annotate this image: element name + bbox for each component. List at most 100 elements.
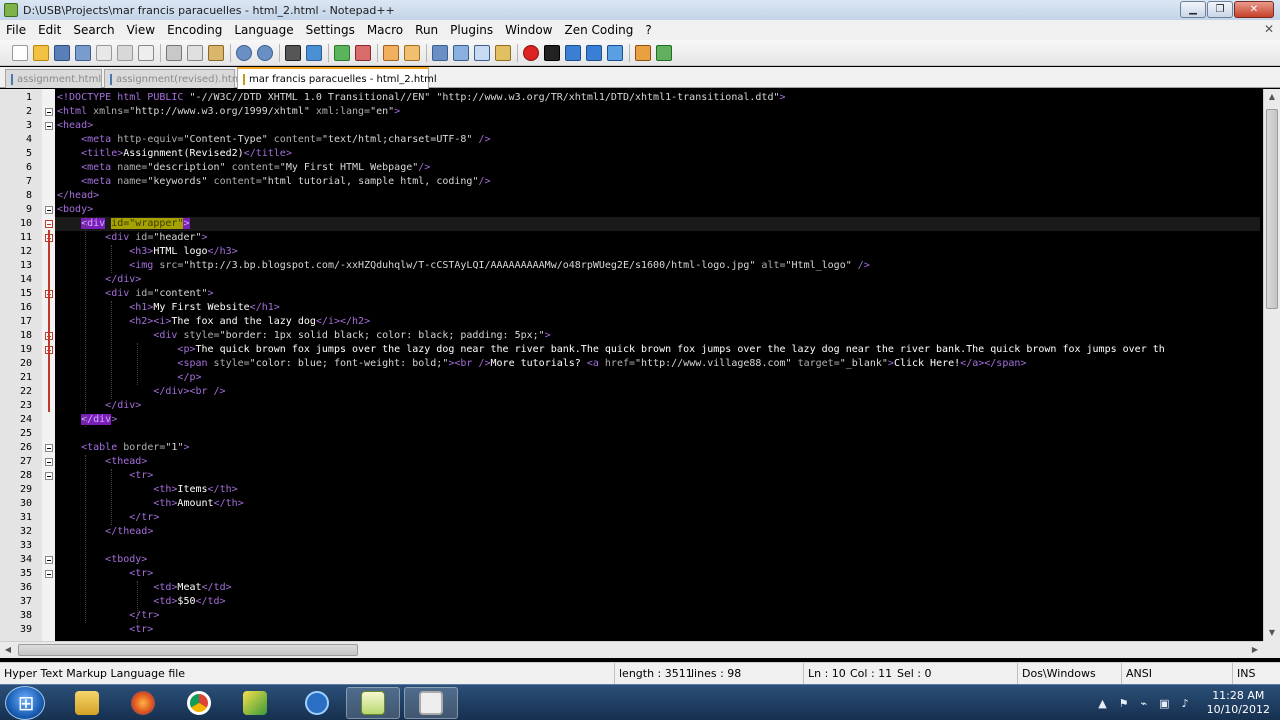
vertical-scroll-thumb[interactable] (1266, 109, 1278, 309)
user-language-icon[interactable] (495, 44, 511, 61)
fold-toggle-icon[interactable] (45, 472, 53, 480)
sync-vertical-icon[interactable] (383, 44, 399, 61)
chrome-icon (187, 691, 211, 715)
menu-search[interactable]: Search (67, 23, 120, 37)
taskbar-window[interactable] (404, 687, 458, 719)
print-icon[interactable] (138, 44, 154, 61)
code-area[interactable]: <!DOCTYPE html PUBLIC "-//W3C//DTD XHTML… (55, 89, 1260, 641)
line-number: 11 (19, 232, 32, 243)
menu-file[interactable]: File (0, 23, 32, 37)
horizontal-scroll-thumb[interactable] (18, 644, 358, 656)
tab-mar-francis-paracuelles[interactable]: mar francis paracuelles - html_2.html (237, 67, 437, 89)
start-button[interactable] (5, 686, 46, 720)
status-language: Hyper Text Markup Language file (4, 667, 186, 680)
code-line: <tr> (129, 624, 154, 635)
fold-toggle-icon[interactable] (45, 206, 53, 214)
menu-run[interactable]: Run (409, 23, 444, 37)
horizontal-scrollbar[interactable]: ◀ ▶ (0, 641, 1263, 658)
taskbar-security[interactable] (290, 687, 344, 719)
menu-language[interactable]: Language (228, 23, 299, 37)
close-document-icon[interactable]: ✕ (1264, 22, 1274, 36)
paste-icon[interactable] (208, 44, 224, 61)
replace-icon[interactable] (306, 44, 322, 61)
fold-toggle-icon[interactable] (45, 108, 53, 116)
taskbar-chrome[interactable] (172, 687, 226, 719)
network-icon[interactable]: ▣ (1159, 697, 1169, 710)
menu-macro[interactable]: Macro (361, 23, 409, 37)
stop-recording-icon[interactable] (544, 44, 560, 61)
scroll-right-icon[interactable]: ▶ (1247, 642, 1263, 658)
line-number: 10 (19, 218, 32, 229)
record-macro-icon[interactable] (523, 44, 539, 61)
tab-assignment[interactable]: assignment.html (5, 69, 102, 88)
menu-plugins[interactable]: Plugins (444, 23, 499, 37)
scroll-left-icon[interactable]: ◀ (0, 642, 16, 658)
line-number: 1 (25, 92, 32, 103)
playback-macro-icon[interactable] (565, 44, 581, 61)
fold-toggle-icon[interactable] (45, 122, 53, 130)
menu-edit[interactable]: Edit (32, 23, 67, 37)
menu-help[interactable]: ? (639, 23, 657, 37)
save-all-icon[interactable] (75, 44, 91, 61)
scroll-down-icon[interactable]: ▼ (1264, 625, 1280, 641)
taskbar-firefox[interactable] (116, 687, 170, 719)
close-button[interactable]: ✕ (1234, 1, 1274, 18)
save-icon[interactable] (54, 44, 70, 61)
indent-guide (85, 217, 86, 427)
spell-check-icon[interactable] (656, 44, 672, 61)
menu-settings[interactable]: Settings (300, 23, 361, 37)
word-wrap-icon[interactable] (432, 44, 448, 61)
code-line: <meta name="description" content="My Fir… (81, 162, 431, 173)
fold-toggle-icon[interactable] (45, 220, 53, 228)
window-controls: ▁ ❐ ✕ (1179, 1, 1274, 18)
undo-icon[interactable] (236, 44, 252, 61)
code-editor[interactable]: 1 2 3 4 5 6 7 8 9 10 11 12 13 14 15 16 17 18 19 20 21 22 23 24 2… (0, 89, 1280, 641)
status-encoding: ANSI (1121, 663, 1232, 685)
fold-toggle-icon[interactable] (45, 458, 53, 466)
volume-icon[interactable]: ♪ (1182, 697, 1189, 710)
code-line: <img src="http://3.bp.blogspot.com/-xxHZ… (129, 260, 870, 271)
taskbar-app-green[interactable] (228, 687, 282, 719)
sync-horizontal-icon[interactable] (404, 44, 420, 61)
scroll-up-icon[interactable]: ▲ (1264, 89, 1280, 105)
find-icon[interactable] (285, 44, 301, 61)
maximize-button[interactable]: ❐ (1207, 1, 1233, 18)
new-file-icon[interactable] (12, 44, 28, 61)
zoom-in-icon[interactable] (334, 44, 350, 61)
power-icon[interactable]: ⌁ (1141, 697, 1148, 710)
code-line: <title>Assignment(Revised2)</title> (81, 148, 292, 159)
fold-toggle-icon[interactable] (45, 570, 53, 578)
code-line: </thead> (105, 526, 154, 537)
run-macro-multiple-icon[interactable] (586, 44, 602, 61)
taskbar: ▲ ⚑ ⌁ ▣ ♪ 11:28 AM 10/10/2012 (0, 684, 1280, 720)
fold-toggle-icon[interactable] (45, 556, 53, 564)
tray-expand-icon[interactable]: ▲ (1098, 697, 1106, 710)
clock[interactable]: 11:28 AM 10/10/2012 (1207, 689, 1270, 717)
open-file-icon[interactable] (33, 44, 49, 61)
status-ln: Ln : 10 (803, 663, 846, 685)
menu-view[interactable]: View (121, 23, 161, 37)
cut-icon[interactable] (166, 44, 182, 61)
flag-icon[interactable]: ⚑ (1119, 697, 1129, 710)
close-file-icon[interactable] (96, 44, 112, 61)
menu-window[interactable]: Window (499, 23, 558, 37)
taskbar-explorer[interactable] (60, 687, 114, 719)
indent-guide-icon[interactable] (474, 44, 490, 61)
zoom-out-icon[interactable] (355, 44, 371, 61)
taskbar-notepadpp[interactable] (346, 687, 400, 719)
line-number: 9 (25, 204, 32, 215)
copy-icon[interactable] (187, 44, 203, 61)
fold-toggle-icon[interactable] (45, 444, 53, 452)
save-macro-icon[interactable] (607, 44, 623, 61)
indent-guide (137, 581, 138, 623)
tab-assignment-revised[interactable]: assignment(revised).html (104, 69, 244, 88)
launch-browser-icon[interactable] (635, 44, 651, 61)
line-number: 5 (25, 148, 32, 159)
redo-icon[interactable] (257, 44, 273, 61)
show-all-characters-icon[interactable] (453, 44, 469, 61)
menu-encoding[interactable]: Encoding (161, 23, 228, 37)
menu-zen-coding[interactable]: Zen Coding (558, 23, 639, 37)
minimize-button[interactable]: ▁ (1180, 1, 1206, 18)
close-all-icon[interactable] (117, 44, 133, 61)
vertical-scrollbar[interactable]: ▲ ▼ (1263, 89, 1280, 641)
